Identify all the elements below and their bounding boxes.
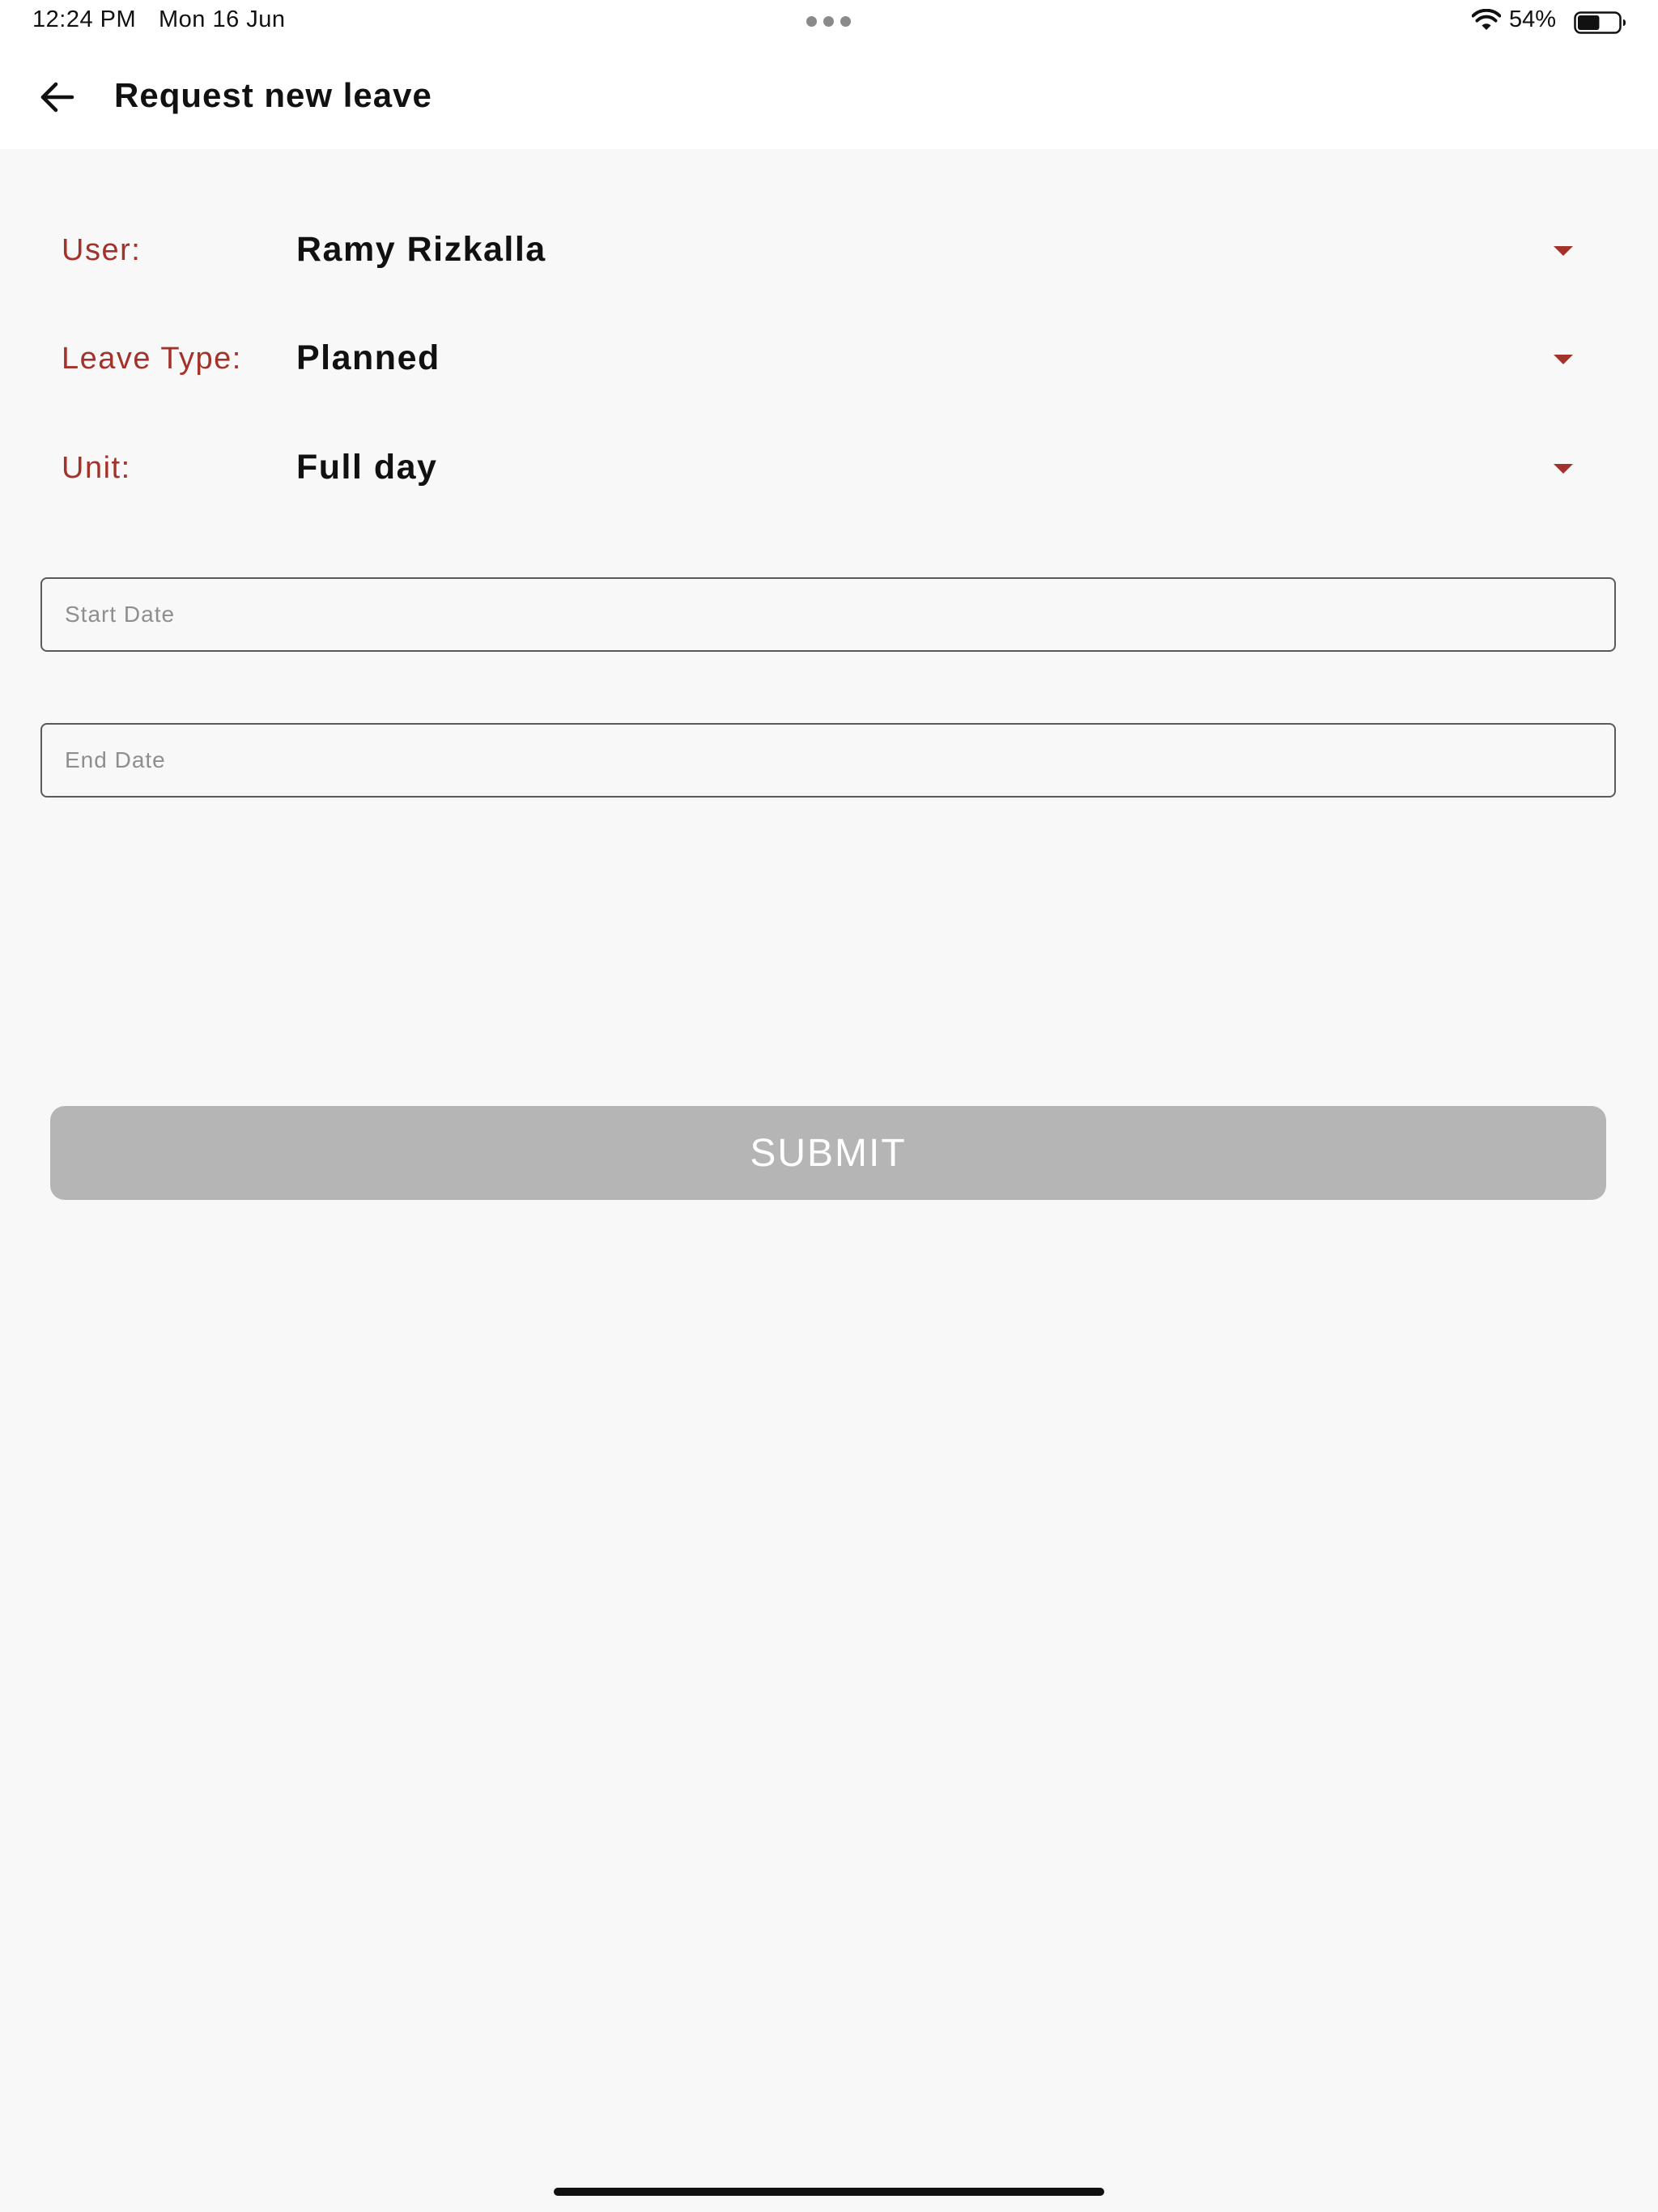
leave-type-dropdown-value: Planned [296, 338, 440, 377]
unit-dropdown-value: Full day [296, 448, 438, 487]
caret-down-icon [1554, 355, 1573, 364]
user-dropdown[interactable]: Ramy Rizkalla [296, 211, 1592, 291]
leave-type-field-row: Leave Type: Planned [0, 319, 1658, 400]
wifi-icon [1472, 9, 1501, 30]
unit-dropdown[interactable]: Full day [296, 428, 1592, 509]
leave-type-label: Leave Type: [62, 342, 242, 376]
unit-label: Unit: [62, 451, 131, 485]
caret-down-icon [1554, 246, 1573, 256]
end-date-input[interactable] [40, 723, 1616, 798]
status-bar: 12:24 PM Mon 16 Jun 54% [0, 0, 1658, 45]
page-title: Request new leave [114, 76, 432, 114]
back-button[interactable] [29, 70, 84, 125]
unit-field-row: Unit: Full day [0, 428, 1658, 509]
arrow-left-icon [40, 82, 74, 113]
multitasking-dots-icon[interactable] [806, 16, 852, 28]
status-date: Mon 16 Jun [159, 6, 286, 32]
user-label: User: [62, 233, 142, 267]
leave-type-dropdown[interactable]: Planned [296, 319, 1592, 400]
user-field-row: User: Ramy Rizkalla [0, 211, 1658, 291]
battery-percent: 54% [1509, 6, 1557, 32]
caret-down-icon [1554, 464, 1573, 474]
submit-button[interactable]: SUBMIT [50, 1106, 1606, 1200]
status-time: 12:24 PM [32, 6, 137, 32]
app-bar: Request new leave [0, 45, 1658, 149]
battery-icon [1574, 11, 1626, 34]
home-indicator[interactable] [554, 2188, 1104, 2196]
user-dropdown-value: Ramy Rizkalla [296, 230, 546, 269]
start-date-input[interactable] [40, 577, 1616, 652]
